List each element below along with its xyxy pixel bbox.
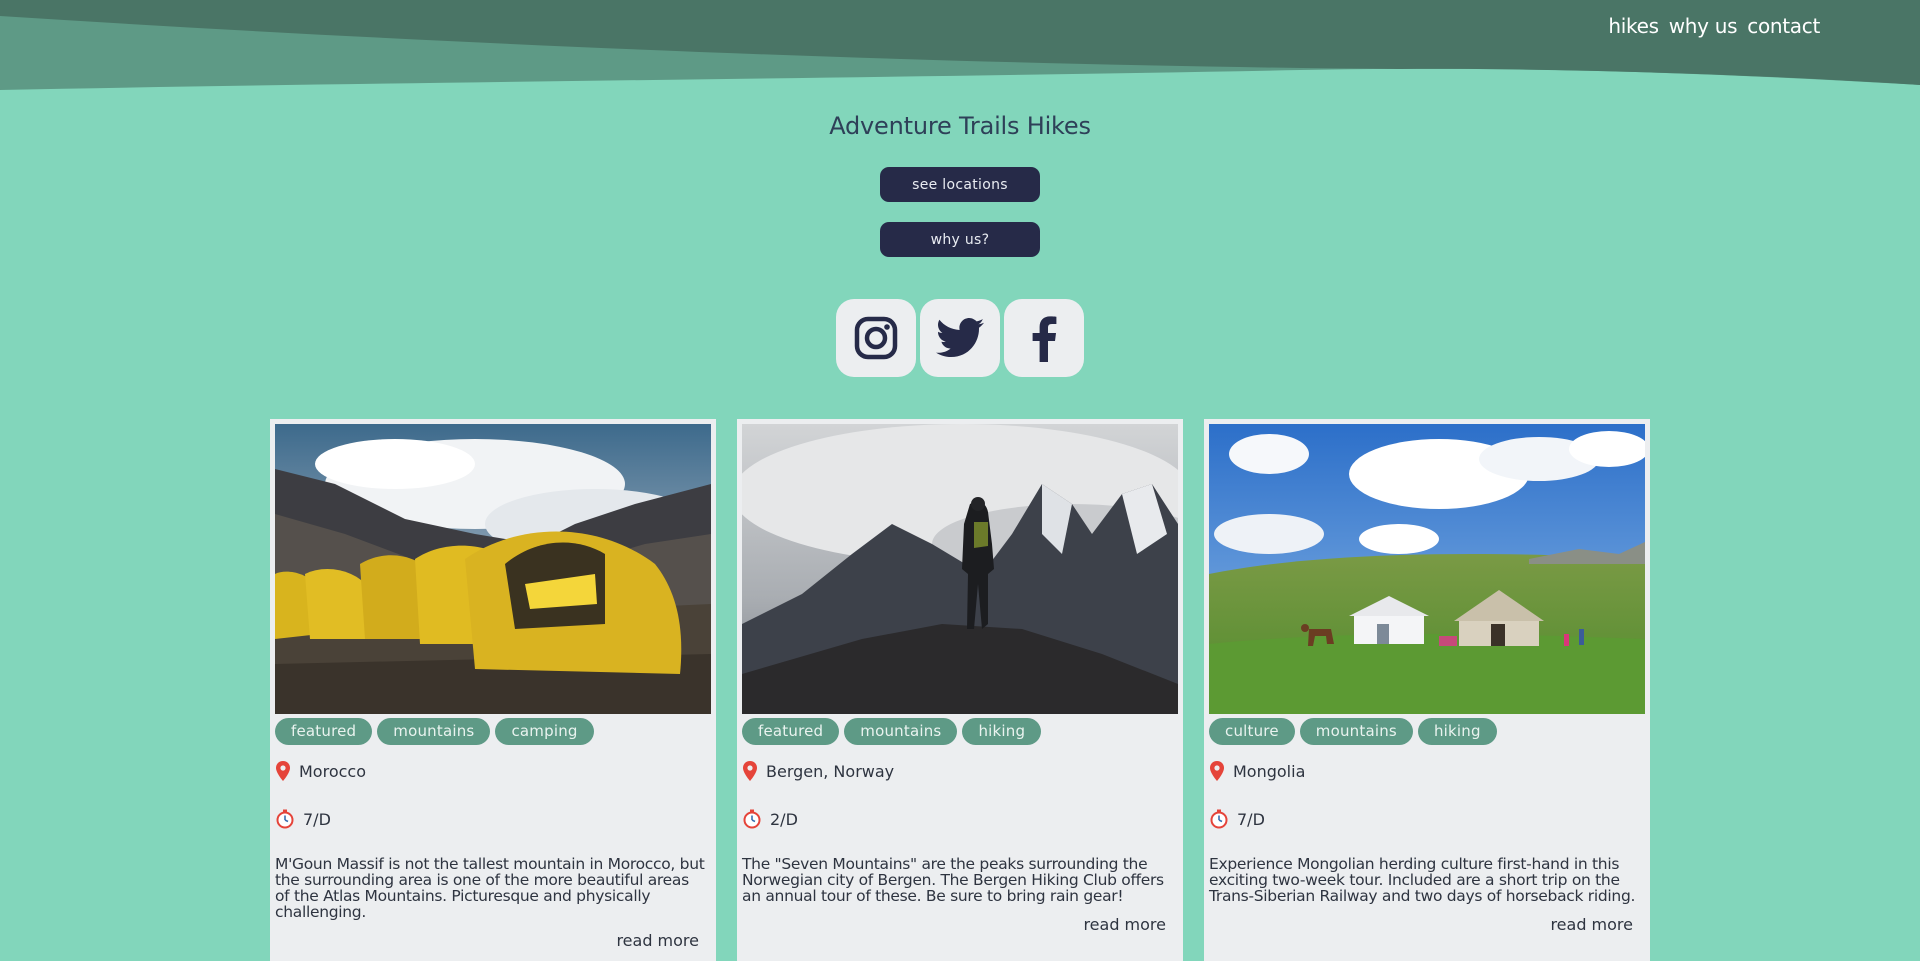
map-pin-icon (743, 761, 757, 781)
site-title: Adventure Trails Hikes (829, 112, 1091, 140)
nav-link-why-us[interactable]: why us (1669, 14, 1738, 38)
card-duration: 7/D (1209, 807, 1645, 831)
card-tags: featured mountains hiking (742, 718, 1178, 745)
duration-text: 7/D (1237, 809, 1265, 829)
hike-card-mongolia: culture mountains hiking Mongolia 7/D Ex… (1204, 419, 1650, 961)
card-tags: featured mountains camping (275, 718, 711, 745)
social-links (836, 299, 1084, 377)
tag-mountains[interactable]: mountains (377, 718, 491, 745)
tag-featured[interactable]: featured (742, 718, 840, 745)
read-more-link[interactable]: read more (1209, 915, 1645, 934)
map-pin-icon (276, 761, 290, 781)
card-image-bergen[interactable] (742, 424, 1178, 714)
tag-mountains[interactable]: mountains (844, 718, 958, 745)
duration-text: 2/D (770, 809, 798, 829)
tag-featured[interactable]: featured (275, 718, 373, 745)
location-text: Bergen, Norway (766, 761, 895, 781)
tag-hiking[interactable]: hiking (962, 718, 1042, 745)
twitter-link[interactable] (920, 299, 1000, 377)
instagram-link[interactable] (836, 299, 916, 377)
timer-icon (743, 809, 761, 829)
location-text: Morocco (299, 761, 366, 781)
instagram-icon (854, 316, 898, 360)
timer-icon (1210, 809, 1228, 829)
card-location: Bergen, Norway (742, 759, 1178, 783)
hike-cards: featured mountains camping Morocco 7/D M… (270, 419, 1650, 961)
card-description: Experience Mongolian herding culture fir… (1209, 855, 1636, 905)
nav-link-contact[interactable]: contact (1747, 14, 1820, 38)
card-duration: 2/D (742, 807, 1178, 831)
card-location: Mongolia (1209, 759, 1645, 783)
read-more-link[interactable]: read more (742, 915, 1178, 934)
tag-hiking[interactable]: hiking (1417, 718, 1497, 745)
tag-mountains[interactable]: mountains (1299, 718, 1413, 745)
hike-card-morocco: featured mountains camping Morocco 7/D M… (270, 419, 716, 961)
main-nav: hikes why us contact (1608, 14, 1820, 38)
nav-link-hikes[interactable]: hikes (1608, 14, 1659, 38)
hike-card-bergen: featured mountains hiking Bergen, Norway… (737, 419, 1183, 961)
location-text: Mongolia (1233, 761, 1306, 781)
card-image-mongolia[interactable] (1209, 424, 1645, 714)
why-us-button[interactable]: why us? (880, 222, 1040, 257)
card-duration: 7/D (275, 807, 711, 831)
card-location: Morocco (275, 759, 711, 783)
twitter-icon (936, 318, 984, 357)
card-description: M'Goun Massif is not the tallest mountai… (275, 855, 705, 921)
facebook-icon (1032, 316, 1057, 362)
map-pin-icon (1210, 761, 1224, 781)
card-image-morocco[interactable] (275, 424, 711, 714)
timer-icon (276, 809, 294, 829)
read-more-link[interactable]: read more (275, 931, 711, 950)
card-tags: culture mountains hiking (1209, 718, 1645, 745)
facebook-link[interactable] (1004, 299, 1084, 377)
tag-culture[interactable]: culture (1209, 718, 1295, 745)
see-locations-button[interactable]: see locations (880, 167, 1040, 202)
card-description: The "Seven Mountains" are the peaks surr… (742, 855, 1164, 905)
tag-camping[interactable]: camping (495, 718, 594, 745)
duration-text: 7/D (303, 809, 331, 829)
